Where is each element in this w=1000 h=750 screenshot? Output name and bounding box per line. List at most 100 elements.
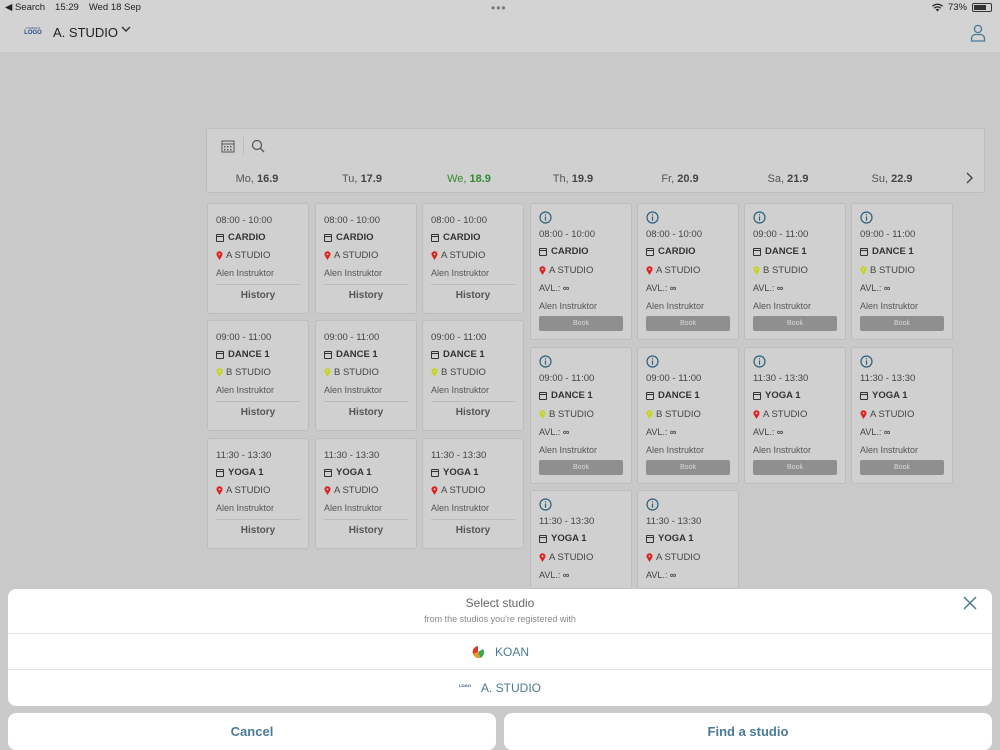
class-card[interactable]: 09:00 - 11:00 DANCE 1 B STUDIO AVL.: ∞ Alen …	[637, 347, 739, 484]
studio-option-a-studio[interactable]: LOGO A. STUDIO	[8, 669, 992, 705]
day-tab[interactable]: Th, 19.9	[533, 173, 613, 185]
class-location: A STUDIO	[431, 250, 485, 261]
book-button[interactable]: Book	[646, 460, 730, 475]
class-time: 08:00 - 10:00	[324, 215, 380, 226]
book-button[interactable]: Book	[860, 316, 944, 331]
availability: AVL.: ∞	[860, 427, 891, 437]
class-card[interactable]: 09:00 - 11:00 DANCE 1 B STUDIO AVL.: ∞ Alen …	[851, 203, 953, 340]
class-card[interactable]: 11:30 - 13:30 YOGA 1 A STUDIO AVL.: ∞	[637, 490, 739, 589]
info-icon[interactable]	[753, 211, 766, 224]
close-icon[interactable]	[962, 595, 978, 611]
day-tab[interactable]: Mo, 16.9	[217, 173, 297, 185]
studio-selector[interactable]: A. STUDIO	[53, 25, 118, 40]
class-instructor: Alen Instruktor	[324, 503, 383, 513]
class-instructor: Alen Instruktor	[646, 301, 705, 311]
class-card[interactable]: 09:00 - 11:00 DANCE 1 B STUDIO Alen Instruk…	[207, 320, 309, 431]
info-icon[interactable]	[646, 498, 659, 511]
class-name: DANCE 1	[646, 390, 700, 401]
history-button[interactable]: History	[423, 290, 523, 301]
class-card[interactable]: 11:30 - 13:30 YOGA 1 A STUDIO AVL.: ∞ Alen I…	[744, 347, 846, 484]
info-icon[interactable]	[539, 211, 552, 224]
book-button[interactable]: Book	[646, 316, 730, 331]
class-card[interactable]: 11:30 - 13:30 YOGA 1 A STUDIO Alen Instrukt…	[422, 438, 524, 549]
select-studio-sheet: Select studio from the studios you're re…	[8, 589, 992, 706]
history-button[interactable]: History	[316, 290, 416, 301]
class-calendar-icon	[431, 233, 439, 242]
calendar-icon[interactable]	[221, 139, 235, 153]
location-pin-icon	[539, 266, 546, 275]
availability: AVL.: ∞	[539, 427, 570, 437]
book-button[interactable]: Book	[753, 460, 837, 475]
class-card[interactable]: 08:00 - 10:00 CARDIO A STUDIO Alen Instrukt…	[422, 203, 524, 314]
class-name: CARDIO	[216, 232, 265, 243]
book-button[interactable]: Book	[860, 460, 944, 475]
class-calendar-icon	[431, 468, 439, 477]
class-location: B STUDIO	[431, 367, 486, 378]
class-location: A STUDIO	[860, 409, 914, 420]
user-profile-icon[interactable]	[970, 24, 986, 42]
class-card[interactable]: 11:30 - 13:30 YOGA 1 A STUDIO Alen Instrukt…	[315, 438, 417, 549]
class-card[interactable]: 11:30 - 13:30 YOGA 1 A STUDIO AVL.: ∞	[530, 490, 632, 589]
availability: AVL.: ∞	[539, 570, 570, 580]
next-week-arrow-icon[interactable]	[964, 171, 974, 185]
day-tab[interactable]: Fr, 20.9	[640, 173, 720, 185]
history-button[interactable]: History	[423, 407, 523, 418]
history-button[interactable]: History	[208, 407, 308, 418]
info-icon[interactable]	[539, 498, 552, 511]
class-location: A STUDIO	[753, 409, 807, 420]
class-calendar-icon	[539, 391, 547, 400]
history-button[interactable]: History	[423, 525, 523, 536]
multitasking-dots-icon[interactable]: •••	[491, 1, 507, 15]
day-tab[interactable]: Sa, 21.9	[748, 173, 828, 185]
day-tab[interactable]: Su, 22.9	[852, 173, 932, 185]
history-button[interactable]: History	[316, 525, 416, 536]
class-time: 09:00 - 11:00	[324, 332, 380, 343]
class-card[interactable]: 08:00 - 10:00 CARDIO A STUDIO Alen Instrukt…	[207, 203, 309, 314]
history-button[interactable]: History	[316, 407, 416, 418]
class-calendar-icon	[646, 247, 654, 256]
info-icon[interactable]	[860, 211, 873, 224]
divider	[324, 519, 408, 520]
day-tab[interactable]: Tu, 17.9	[322, 173, 402, 185]
book-button[interactable]: Book	[539, 460, 623, 475]
class-instructor: Alen Instruktor	[753, 301, 812, 311]
chevron-down-icon[interactable]	[120, 23, 132, 35]
class-card[interactable]: 11:30 - 13:30 YOGA 1 A STUDIO Alen Instrukt…	[207, 438, 309, 549]
search-icon[interactable]	[251, 139, 265, 153]
day-name: Su,	[871, 173, 889, 185]
class-name: DANCE 1	[753, 246, 807, 257]
info-icon[interactable]	[646, 211, 659, 224]
availability: AVL.: ∞	[860, 283, 891, 293]
class-card[interactable]: 09:00 - 11:00 DANCE 1 B STUDIO Alen Instruk…	[315, 320, 417, 431]
find-studio-button[interactable]: Find a studio	[504, 713, 992, 750]
day-date: 19.9	[571, 173, 594, 185]
availability: AVL.: ∞	[646, 570, 677, 580]
info-icon[interactable]	[646, 355, 659, 368]
cancel-button[interactable]: Cancel	[8, 713, 496, 750]
history-button[interactable]: History	[208, 525, 308, 536]
class-card[interactable]: 08:00 - 10:00 CARDIO A STUDIO AVL.: ∞ Alen I…	[637, 203, 739, 340]
class-card[interactable]: 09:00 - 11:00 DANCE 1 B STUDIO AVL.: ∞ Alen …	[744, 203, 846, 340]
class-name: YOGA 1	[539, 533, 587, 544]
class-location: B STUDIO	[539, 409, 594, 420]
day-tab[interactable]: We, 18.9	[429, 173, 509, 185]
info-icon[interactable]	[860, 355, 873, 368]
class-card[interactable]: 09:00 - 11:00 DANCE 1 B STUDIO Alen Instruk…	[422, 320, 524, 431]
class-instructor: Alen Instruktor	[324, 268, 383, 278]
class-time: 09:00 - 11:00	[216, 332, 272, 343]
class-card[interactable]: 08:00 - 10:00 CARDIO A STUDIO AVL.: ∞ Alen I…	[530, 203, 632, 340]
class-time: 11:30 - 13:30	[646, 516, 702, 527]
info-icon[interactable]	[753, 355, 766, 368]
book-button[interactable]: Book	[753, 316, 837, 331]
studio-option-koan[interactable]: KOAN	[8, 633, 992, 669]
class-calendar-icon	[216, 233, 224, 242]
class-card[interactable]: 11:30 - 13:30 YOGA 1 A STUDIO AVL.: ∞ Alen I…	[851, 347, 953, 484]
back-to-search[interactable]: ◀ Search	[5, 2, 45, 13]
class-card[interactable]: 09:00 - 11:00 DANCE 1 B STUDIO AVL.: ∞ Alen …	[530, 347, 632, 484]
info-icon[interactable]	[539, 355, 552, 368]
book-button[interactable]: Book	[539, 316, 623, 331]
class-card[interactable]: 08:00 - 10:00 CARDIO A STUDIO Alen Instrukt…	[315, 203, 417, 314]
class-instructor: Alen Instruktor	[539, 301, 598, 311]
divider	[431, 284, 515, 285]
history-button[interactable]: History	[208, 290, 308, 301]
